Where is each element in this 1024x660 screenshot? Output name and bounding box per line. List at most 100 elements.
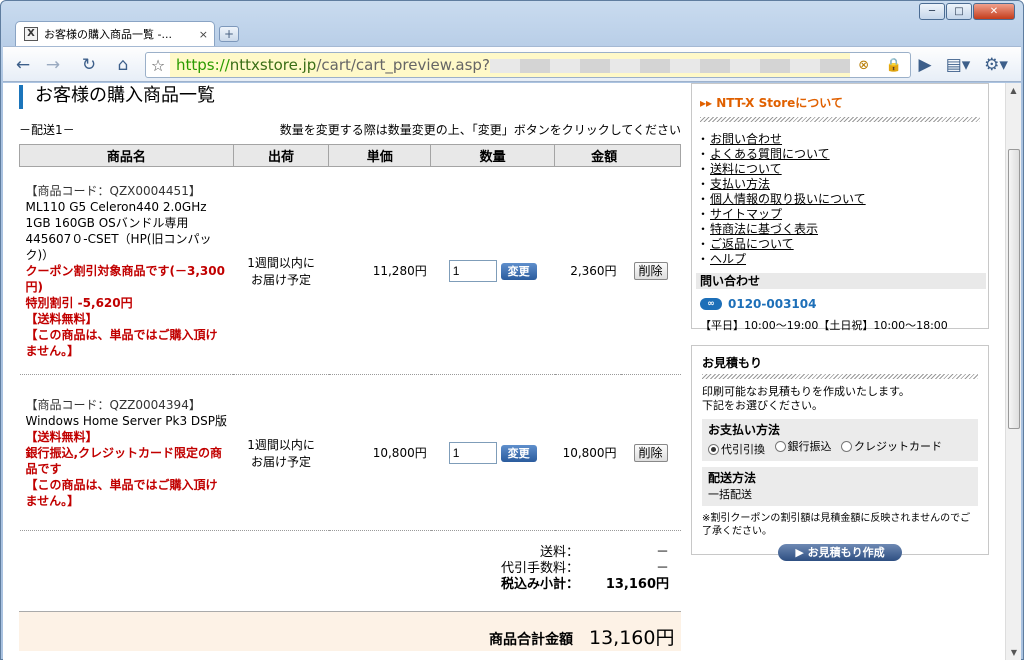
help-link[interactable]: 支払い方法	[710, 177, 770, 191]
maximize-button[interactable]: □	[946, 3, 972, 20]
about-box: ▸▸ NTT-X Storeについて お問い合わせ よくある質問について 送料に…	[691, 83, 989, 332]
payment-option-bank[interactable]: 銀行振込	[774, 438, 832, 454]
delete-cell: 削除	[620, 166, 681, 375]
delete-item-button[interactable]: 削除	[633, 443, 668, 462]
estimate-box: お見積もり 印刷可能なお見積もりを作成いたします。 下記をお選びください。 お支…	[691, 345, 989, 561]
product-code: 【商品コード：QZX0004451】	[25, 183, 201, 198]
table-header-row: 商品名 出荷 単価 数量 金額	[19, 144, 681, 167]
quantity-input[interactable]	[448, 441, 497, 464]
url-host: nttxstore.jp	[229, 56, 317, 74]
forward-icon[interactable]: →	[41, 53, 65, 77]
help-link[interactable]: 特商法に基づく表示	[710, 222, 818, 236]
page-menu-icon[interactable]: ▤▾	[941, 53, 975, 77]
radio-icon[interactable]	[774, 440, 786, 452]
table-row: 【商品コード：QZZ0004394】 Windows Home Server P…	[19, 374, 681, 531]
help-link[interactable]: よくある質問について	[710, 147, 830, 161]
unit-price: 10,800円	[328, 374, 431, 531]
product-cell: 【商品コード：QZX0004451】 ML110 G5 Celeron440 2…	[19, 166, 234, 375]
double-arrow-icon: ▸▸	[700, 96, 713, 110]
url-field[interactable]: https://nttxstore.jp/cart/cart_preview.a…	[170, 53, 850, 77]
delete-item-button[interactable]: 削除	[633, 261, 668, 280]
summary-label: 税込み小計：	[500, 577, 579, 592]
summary-block: 送料： － 代引手数料： － 税込み小計： 13,160円	[19, 537, 681, 597]
wrench-menu-icon[interactable]: ⚙▾	[979, 53, 1013, 77]
product-note: 【この商品は、単品ではご購入頂けません。】	[25, 477, 218, 508]
phone-line: ∞ 0120-003104	[700, 297, 980, 311]
phone-number: 0120-003104	[728, 297, 817, 311]
shipping-value: 一括配送	[708, 488, 752, 501]
product-note: 【送料無料】	[25, 311, 98, 326]
blocked-content-icon[interactable]: ⊗	[858, 58, 869, 73]
back-icon[interactable]: ←	[11, 53, 35, 77]
product-note: 【この商品は、単品ではご購入頂けません。】	[25, 327, 218, 358]
radio-selected-icon[interactable]	[708, 443, 719, 455]
page-title: お客様の購入商品一覧	[19, 85, 681, 109]
shipping-estimate: 1週間以内に お届け予定	[233, 166, 329, 375]
tab-close-icon[interactable]: ×	[199, 28, 208, 41]
help-link[interactable]: 個人情報の取り扱いについて	[710, 192, 866, 206]
delivery-label: －配送1－	[19, 123, 75, 137]
list-item: サイトマップ	[697, 207, 980, 222]
line-amount: 10,800円	[554, 374, 621, 531]
list-item: 個人情報の取り扱いについて	[697, 192, 980, 207]
scroll-up-icon[interactable]: ▲	[1006, 83, 1021, 99]
url-scheme: https://	[176, 56, 230, 74]
unit-price: 11,280円	[328, 166, 431, 375]
scroll-thumb[interactable]	[1008, 149, 1020, 429]
line-amount: 2,360円	[554, 166, 621, 375]
help-link[interactable]: お問い合わせ	[710, 132, 782, 146]
help-link[interactable]: サイトマップ	[710, 207, 782, 221]
quantity-input[interactable]	[448, 259, 497, 282]
cart-table: 商品名 出荷 単価 数量 金額 【商品コード：QZX0004451】 ML110…	[19, 144, 681, 531]
page-viewport: お客様の購入商品一覧 －配送1－ 数量を変更する際は数量変更の上、「変更」ボタン…	[3, 83, 1021, 660]
quantity-instruction: 数量を変更する際は数量変更の上、「変更」ボタンをクリックしてください	[279, 123, 681, 137]
vertical-scrollbar[interactable]: ▲ ▼	[1005, 83, 1021, 660]
change-quantity-button[interactable]: 変更	[500, 444, 537, 462]
grand-total-bar: 商品合計金額 13,160円	[19, 611, 681, 651]
col-amount: 金額	[554, 144, 681, 167]
quantity-cell: 変更	[430, 374, 555, 531]
list-item: よくある質問について	[697, 147, 980, 162]
radio-label: クレジットカード	[854, 440, 942, 453]
help-link[interactable]: ヘルプ	[710, 252, 746, 266]
minimize-button[interactable]: ─	[919, 3, 945, 20]
site-favicon-icon: X	[24, 27, 38, 41]
shipping-title: 配送方法	[708, 471, 757, 485]
scroll-down-icon[interactable]: ▼	[1006, 645, 1021, 660]
summary-value: 13,160円	[605, 577, 669, 592]
total-value: 13,160円	[589, 627, 675, 649]
radio-icon[interactable]	[841, 440, 852, 452]
list-item: ヘルプ	[697, 252, 980, 267]
create-estimate-button[interactable]: ▶ お見積もり作成	[778, 544, 902, 561]
help-links: お問い合わせ よくある質問について 送料について 支払い方法 個人情報の取り扱い…	[697, 132, 980, 267]
home-icon[interactable]: ⌂	[111, 53, 135, 77]
go-icon[interactable]: ▶	[913, 53, 937, 77]
address-bar[interactable]: ☆ https://nttxstore.jp/cart/cart_preview…	[145, 52, 911, 78]
bookmark-star-icon[interactable]: ☆	[146, 56, 170, 75]
help-link[interactable]: 送料について	[710, 162, 782, 176]
new-tab-button[interactable]: +	[219, 26, 239, 42]
business-hours: 【平日】10:00～19:00【土日祝】10:00～18:00	[700, 319, 948, 332]
estimate-title: お見積もり	[702, 356, 763, 370]
browser-tab[interactable]: X お客様の購入商品一覧 -... ×	[15, 21, 215, 46]
payment-title: お支払い方法	[708, 423, 781, 437]
list-item: 支払い方法	[697, 177, 980, 192]
reload-icon[interactable]: ↻	[77, 53, 101, 77]
window-controls: ─ □ ✕	[919, 3, 1015, 20]
shipping-estimate: 1週間以内に お届け予定	[233, 374, 329, 531]
table-row: 【商品コード：QZX0004451】 ML110 G5 Celeron440 2…	[19, 166, 681, 375]
payment-group: お支払い方法 代引引換 銀行振込 クレジットカード	[702, 419, 978, 461]
list-item: 送料について	[697, 162, 980, 177]
product-name: Windows Home Server Pk3 DSP版	[25, 413, 228, 428]
lock-icon[interactable]: 🔒	[886, 58, 902, 73]
product-note: クーポン割引対象商品です(－3,300円)	[25, 263, 225, 294]
payment-option-cod[interactable]: 代引引換	[708, 441, 765, 457]
payment-option-credit[interactable]: クレジットカード	[841, 438, 942, 454]
close-window-button[interactable]: ✕	[973, 3, 1015, 20]
hatch-divider	[700, 117, 980, 122]
help-link[interactable]: ご返品について	[710, 237, 794, 251]
list-item: 特商法に基づく表示	[697, 222, 980, 237]
change-quantity-button[interactable]: 変更	[500, 262, 537, 280]
col-product-name: 商品名	[19, 144, 234, 167]
product-code: 【商品コード：QZZ0004394】	[25, 397, 201, 412]
